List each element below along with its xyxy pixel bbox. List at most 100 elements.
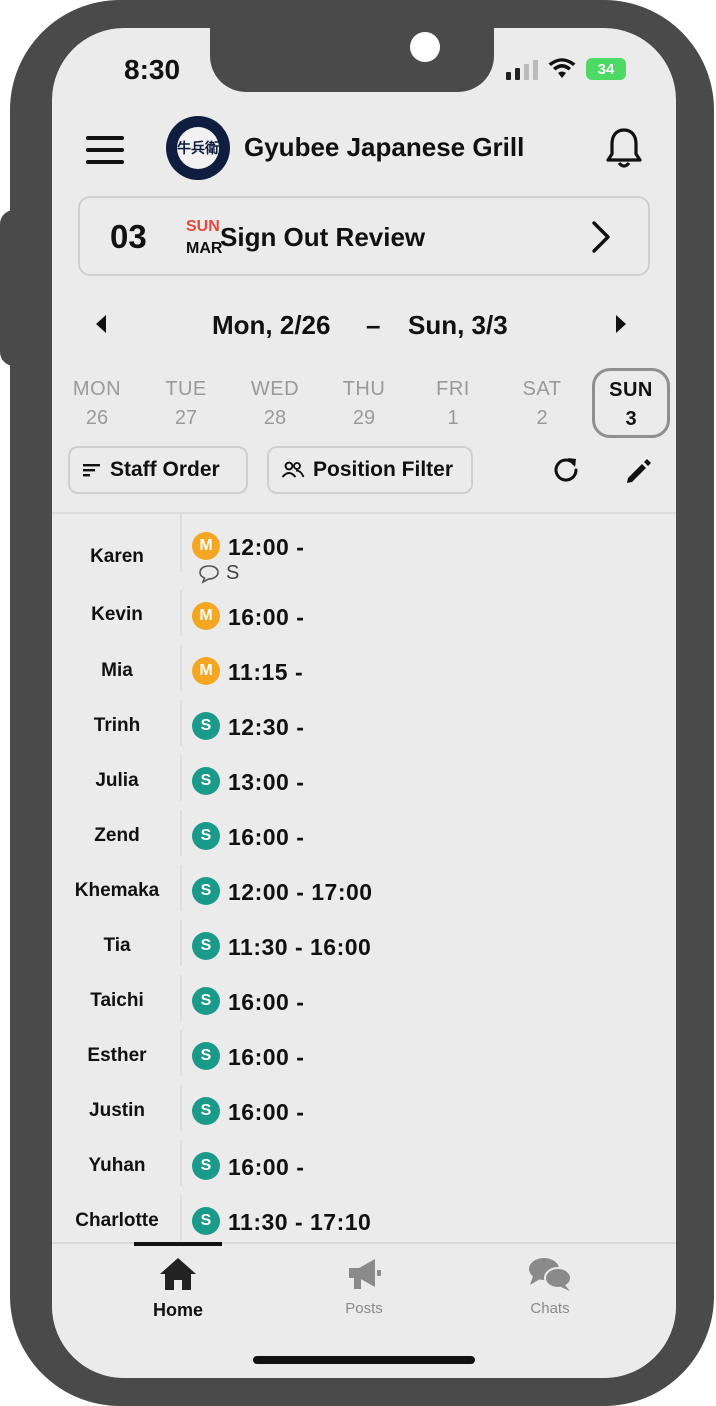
staff-order-button[interactable]: Staff Order [68, 446, 248, 494]
tab-posts-label: Posts [345, 1300, 383, 1317]
previous-week-icon[interactable] [94, 314, 108, 334]
signal-icon [506, 60, 538, 80]
shift-note-text: S [226, 562, 240, 584]
shift-time: 16:00 - [228, 1099, 305, 1125]
status-time: 8:30 [124, 54, 181, 85]
staff-badge: S [192, 1097, 220, 1125]
next-week-icon[interactable] [614, 314, 628, 334]
day-name: SAT [522, 378, 562, 400]
day-mon[interactable]: MON 26 [58, 368, 136, 438]
staff-name: Kevin [91, 604, 143, 625]
signout-label: Sign Out Review [220, 222, 426, 252]
tab-home[interactable]: Home [108, 1254, 248, 1321]
tab-chats[interactable]: Chats [480, 1254, 620, 1317]
shift-time: 16:00 - [228, 604, 305, 630]
shift-note: S [198, 562, 239, 585]
staff-badge: S [192, 932, 220, 960]
battery-icon: 34 [586, 58, 626, 80]
week-navigator: Mon, 2/26 – Sun, 3/3 [52, 306, 676, 346]
staff-name: Charlotte [75, 1210, 159, 1231]
manager-badge: M [192, 657, 220, 685]
signout-weekday: SUN [186, 218, 220, 235]
staff-badge: S [192, 822, 220, 850]
home-indicator [253, 1356, 475, 1364]
logo-text: 牛兵衛 [177, 127, 219, 169]
staff-badge: S [192, 1152, 220, 1180]
shift-time: 11:15 - [228, 659, 304, 685]
bell-icon[interactable] [604, 126, 644, 170]
home-icon [108, 1254, 248, 1294]
shift-time: 11:30 - 17:10 [228, 1209, 372, 1235]
position-filter-button[interactable]: Position Filter [267, 446, 473, 494]
day-name: MON [72, 378, 122, 400]
day-number: 2 [536, 407, 548, 429]
tab-home-label: Home [152, 1300, 203, 1320]
staff-name: Karen [90, 546, 144, 567]
restaurant-logo: 牛兵衛 [166, 116, 230, 180]
week-end-date: Sun, 3/3 [408, 310, 508, 340]
menu-icon[interactable] [86, 136, 124, 164]
day-name: FRI [436, 378, 470, 400]
notch [210, 28, 494, 92]
sign-out-review-card[interactable]: 03 SUN MAR Sign Out Review [78, 196, 650, 276]
shift-time: 11:30 - 16:00 [228, 934, 372, 960]
battery-level: 34 [597, 60, 615, 78]
tab-chats-label: Chats [530, 1300, 570, 1317]
shift-time: 12:00 - [228, 534, 305, 560]
shift-time: 12:30 - [228, 714, 305, 740]
day-name: THU [342, 378, 386, 400]
manager-badge: M [192, 602, 220, 630]
day-name: TUE [165, 378, 207, 400]
day-wed[interactable]: WED 28 [236, 368, 314, 438]
staff-name: Khemaka [74, 880, 160, 901]
shift-roster: Karen M 12:00 - S Kevin M 16:00 - Mia M … [52, 514, 676, 1242]
app-screen: 8:30 34 牛兵衛 Gyubee Japanese Grill 03 SUN… [52, 28, 676, 1378]
edit-pencil-icon[interactable] [624, 456, 654, 486]
staff-name: Trinh [93, 715, 141, 736]
staff-badge: S [192, 877, 220, 905]
day-name: SUN [609, 379, 653, 401]
shift-time: 16:00 - [228, 989, 305, 1015]
staff-name: Tia [103, 935, 131, 956]
wifi-icon [548, 58, 576, 78]
signout-month: MAR [186, 240, 223, 257]
app-header: 牛兵衛 Gyubee Japanese Grill [52, 112, 676, 188]
staff-name: Taichi [90, 990, 144, 1011]
side-button [0, 210, 30, 366]
day-selector: MON 26 TUE 27 WED 28 THU 29 FRI 1 SAT 2 … [52, 368, 676, 442]
day-number: 28 [263, 407, 287, 429]
shift-time: 16:00 - [228, 1154, 305, 1180]
manager-badge: M [192, 532, 220, 560]
chevron-right-icon [592, 221, 610, 253]
tab-posts[interactable]: Posts [294, 1254, 434, 1317]
day-tue[interactable]: TUE 27 [147, 368, 225, 438]
day-number: 3 [625, 408, 637, 430]
people-icon [281, 461, 305, 479]
staff-badge: S [192, 712, 220, 740]
day-sun-selected[interactable]: SUN 3 [592, 368, 670, 438]
staff-badge: S [192, 767, 220, 795]
megaphone-icon [294, 1254, 434, 1294]
camera-icon [410, 32, 440, 62]
refresh-icon[interactable] [552, 456, 580, 484]
staff-badge: S [192, 1207, 220, 1235]
staff-name: Justin [89, 1100, 145, 1121]
signout-day: 03 [110, 218, 147, 255]
restaurant-name: Gyubee Japanese Grill [244, 132, 525, 162]
staff-name: Yuhan [88, 1155, 146, 1176]
staff-name: Esther [87, 1045, 147, 1066]
day-fri[interactable]: FRI 1 [414, 368, 492, 438]
sort-icon [82, 462, 102, 478]
staff-badge: S [192, 1042, 220, 1070]
day-number: 26 [85, 407, 109, 429]
day-name: WED [250, 378, 300, 400]
shift-time: 16:00 - [228, 1044, 305, 1070]
staff-name: Julia [95, 770, 139, 791]
staff-badge: S [192, 987, 220, 1015]
day-sat[interactable]: SAT 2 [503, 368, 581, 438]
staff-name: Mia [101, 660, 133, 681]
week-range-dash: – [366, 310, 381, 340]
active-tab-indicator [134, 1242, 222, 1246]
day-thu[interactable]: THU 29 [325, 368, 403, 438]
position-filter-label: Position Filter [313, 458, 454, 481]
